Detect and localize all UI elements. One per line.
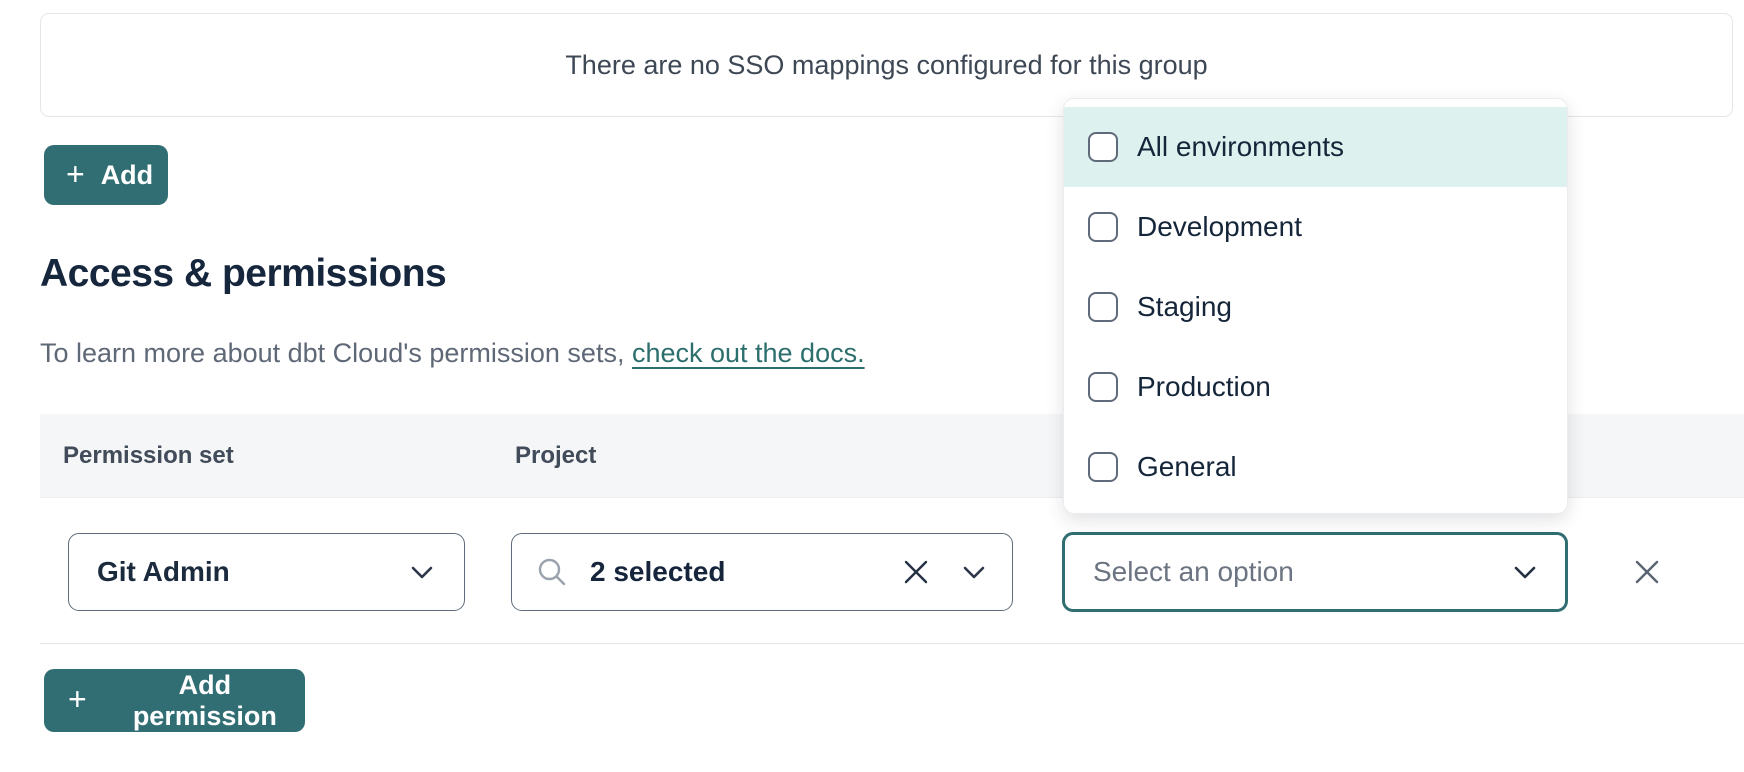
sso-empty-message: There are no SSO mappings configured for… — [565, 50, 1207, 81]
chevron-down-icon — [410, 565, 434, 580]
dropdown-option-staging[interactable]: Staging — [1064, 267, 1567, 347]
dropdown-option-general[interactable]: General — [1064, 427, 1567, 507]
section-description: To learn more about dbt Cloud's permissi… — [40, 338, 865, 369]
checkbox[interactable] — [1088, 452, 1118, 482]
dropdown-option-development[interactable]: Development — [1064, 187, 1567, 267]
dropdown-option-all-environments[interactable]: All environments — [1064, 107, 1567, 187]
project-multiselect[interactable]: 2 selected — [511, 533, 1013, 611]
add-sso-mapping-button[interactable]: + Add — [44, 145, 168, 205]
environment-dropdown-panel: All environments Development Staging Pro… — [1063, 98, 1568, 514]
docs-link[interactable]: check out the docs. — [632, 338, 865, 368]
checkbox[interactable] — [1088, 132, 1118, 162]
search-icon — [536, 556, 568, 588]
environment-select-placeholder: Select an option — [1093, 556, 1294, 588]
permission-set-select[interactable]: Git Admin — [68, 533, 465, 611]
checkbox[interactable] — [1088, 212, 1118, 242]
chevron-down-icon[interactable] — [962, 565, 986, 580]
remove-x-icon[interactable] — [1632, 557, 1662, 587]
column-header-permission-set: Permission set — [63, 442, 234, 470]
checkbox[interactable] — [1088, 372, 1118, 402]
permission-set-value: Git Admin — [97, 556, 230, 588]
add-permission-label: Add permission — [105, 670, 305, 732]
project-selected-count: 2 selected — [590, 556, 725, 588]
column-header-project: Project — [515, 442, 596, 470]
environment-select[interactable]: Select an option — [1062, 532, 1568, 612]
page-title: Access & permissions — [40, 252, 446, 296]
group-permissions-page: There are no SSO mappings configured for… — [0, 0, 1744, 772]
row-divider — [40, 643, 1744, 644]
plus-icon: + — [66, 158, 85, 190]
add-button-label: Add — [101, 160, 153, 191]
plus-icon: + — [68, 683, 87, 715]
checkbox[interactable] — [1088, 292, 1118, 322]
add-permission-button[interactable]: + Add permission — [44, 669, 305, 732]
chevron-down-icon — [1513, 565, 1537, 580]
clear-x-icon[interactable] — [902, 558, 930, 586]
dropdown-option-production[interactable]: Production — [1064, 347, 1567, 427]
description-text: To learn more about dbt Cloud's permissi… — [40, 338, 632, 368]
